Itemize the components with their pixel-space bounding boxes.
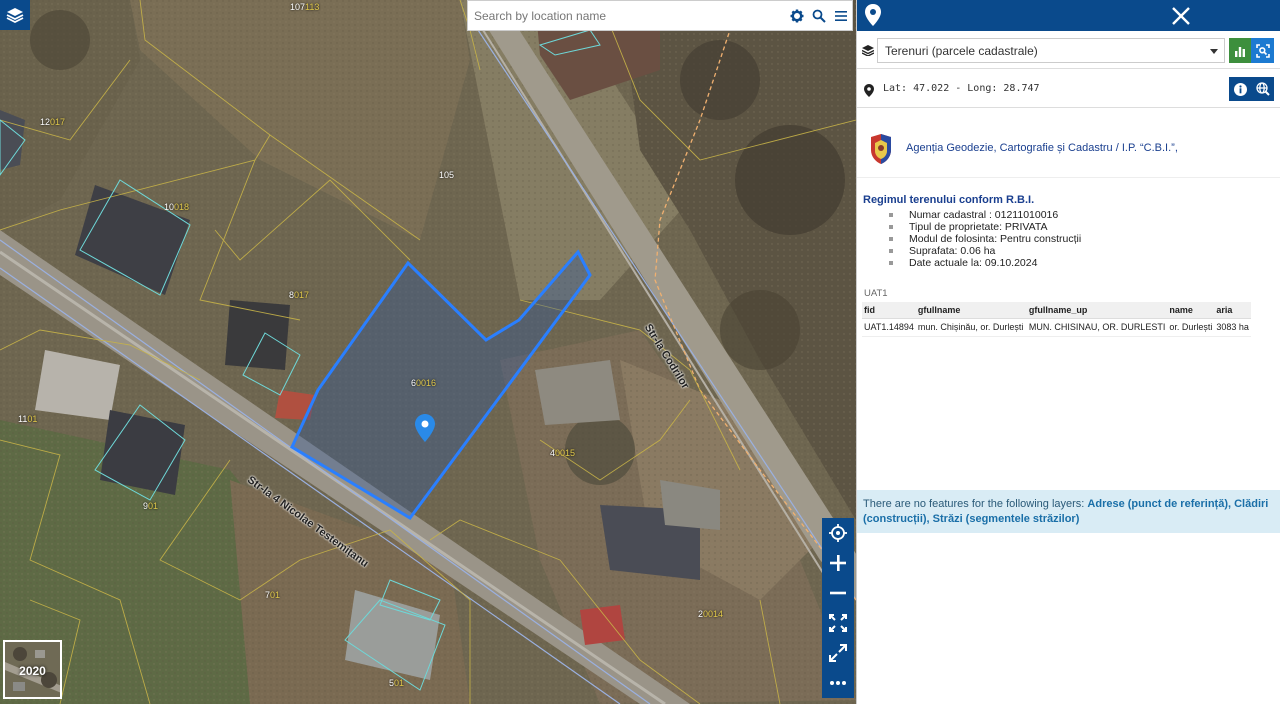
fullscreen-icon [829,644,847,662]
parcel-label: 60016 [411,378,437,388]
hamburger-menu-icon [835,10,847,21]
list-item: Modul de folosinta: Pentru construcții [887,233,1081,245]
parcel-label: 40015 [550,448,576,458]
close-icon[interactable] [1171,6,1191,26]
parcel-label: 8017 [289,290,310,300]
search-bar [467,0,853,31]
panel-header [857,0,1280,31]
zoom-out-button[interactable] [822,578,854,608]
chart-button[interactable] [1229,38,1251,63]
more-options-button[interactable] [822,668,854,698]
table-cell: 3083 ha [1214,318,1251,337]
basemap-year-switcher[interactable]: 2020 [3,640,62,699]
no-features-text: There are no features for the following … [863,498,1088,510]
scan-search-icon [1255,43,1270,58]
layers-icon [862,45,874,56]
settings-button[interactable] [786,5,808,27]
minus-icon [830,591,846,595]
regime-list: Numar cadastral : 01211010016 Tipul de p… [887,209,1081,269]
column-header: gfullname_up [1026,302,1168,319]
table-header-row: fid gfullname gfullname_up name aria [862,302,1251,319]
coat-of-arms-icon [871,134,891,164]
parcel-label: 10018 [164,202,190,212]
full-extent-button[interactable] [822,608,854,638]
basemap-year: 2020 [19,664,46,678]
globe-search-button[interactable] [1251,77,1274,101]
fullscreen-button[interactable] [822,638,854,668]
info-icon [1233,82,1247,96]
location-marker-icon[interactable] [415,414,435,442]
parcel-label: 105 [439,170,455,180]
parcel-label: 12017 [40,117,66,127]
parcel-label: 501 [389,678,405,688]
table-cell: or. Durlești [1167,318,1215,337]
parcel-label: 1101 [18,414,38,424]
coordinate-row: Lat: 47.022 - Long: 28.747 [857,71,1280,108]
column-header: fid [862,302,916,319]
search-button[interactable] [808,5,830,27]
layer-row: Terenuri (parcele cadastrale) [857,33,1280,69]
map-pin-icon [865,4,881,26]
crosshair-icon [829,524,847,542]
table-cell: UAT1.14894 [862,318,916,337]
search-input[interactable] [468,1,786,30]
gear-icon [790,9,804,22]
map-controls [822,518,854,698]
organization-name: Agenția Geodezie, Cartografie și Cadastr… [906,142,1178,154]
locate-button[interactable] [822,518,854,548]
map-view[interactable]: 107113 12017 10018 105 8017 60016 1101 9… [0,0,856,704]
uat-table: fid gfullname gfullname_up name aria UAT… [862,302,1251,337]
layer-select[interactable]: Terenuri (parcele cadastrale) [877,38,1225,63]
menu-button[interactable] [830,5,852,27]
search-icon [812,9,826,23]
satellite-map[interactable] [0,0,856,704]
app-window: 107113 12017 10018 105 8017 60016 1101 9… [0,0,1280,704]
coordinates: Lat: 47.022 - Long: 28.747 [883,83,1040,94]
table-row: UAT1.14894 mun. Chișinău, or. Durlești M… [862,318,1251,337]
organization-row: Agenția Geodezie, Cartografie și Cadastr… [857,120,1280,178]
column-header: name [1167,302,1215,319]
list-item: Suprafata: 0.06 ha [887,245,1081,257]
scan-button[interactable] [1251,38,1274,63]
parcel-label: 20014 [698,609,724,619]
layers-icon [6,8,24,24]
parcel-label: 701 [265,590,281,600]
layer-select-value: Terenuri (parcele cadastrale) [885,43,1038,58]
location-pin-icon [864,84,874,97]
list-item: Tipul de proprietate: PRIVATA [887,221,1081,233]
bar-chart-icon [1235,46,1245,57]
caret-down-icon [1210,49,1218,54]
table-cell: mun. Chișinău, or. Durlești [915,318,1027,337]
regime-title: Regimul terenului conform R.B.I. [863,194,1035,206]
info-button[interactable] [1229,77,1251,101]
parcel-label: 901 [143,501,159,511]
identify-panel: Terenuri (parcele cadastrale) Lat: 47.02… [856,0,1280,704]
parcel-label: 107113 [290,2,320,12]
more-dots-icon [830,681,846,685]
no-features-message: There are no features for the following … [857,490,1280,533]
table-cell: MUN. CHISINAU, OR. DURLESTI [1026,318,1168,337]
expand-arrows-icon [829,614,847,632]
plus-icon [830,555,846,571]
column-header: aria [1214,302,1251,319]
zoom-in-button[interactable] [822,548,854,578]
layers-button[interactable] [0,0,30,30]
list-item: Date actuale la: 09.10.2024 [887,257,1081,269]
globe-search-icon [1255,82,1270,96]
uat-title: UAT1 [864,288,888,299]
list-item: Numar cadastral : 01211010016 [887,209,1081,221]
column-header: gfullname [915,302,1027,319]
